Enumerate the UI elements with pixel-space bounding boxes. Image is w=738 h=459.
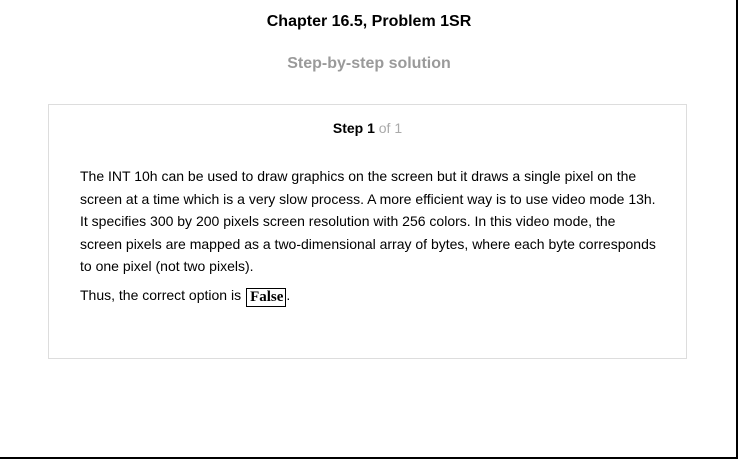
solution-subtitle: Step-by-step solution (287, 55, 451, 72)
conclusion-line: Thus, the correct option is False. (80, 284, 660, 307)
step-label: Step 1 (332, 120, 375, 136)
step-card: Step 1 of 1 The INT 10h can be used to d… (48, 104, 687, 359)
conclusion-period: . (286, 286, 291, 303)
conclusion-text: Thus, the correct option is (80, 286, 242, 303)
chapter-title: Chapter 16.5, Problem 1SR (266, 13, 472, 30)
step-count: of 1 (378, 120, 403, 136)
step-header: Step 1 of 1 (49, 119, 686, 137)
step-body: The INT 10h can be used to draw graphics… (80, 165, 660, 307)
explanation-paragraph: The INT 10h can be used to draw graphics… (80, 168, 656, 275)
answer-box: False (246, 287, 287, 307)
